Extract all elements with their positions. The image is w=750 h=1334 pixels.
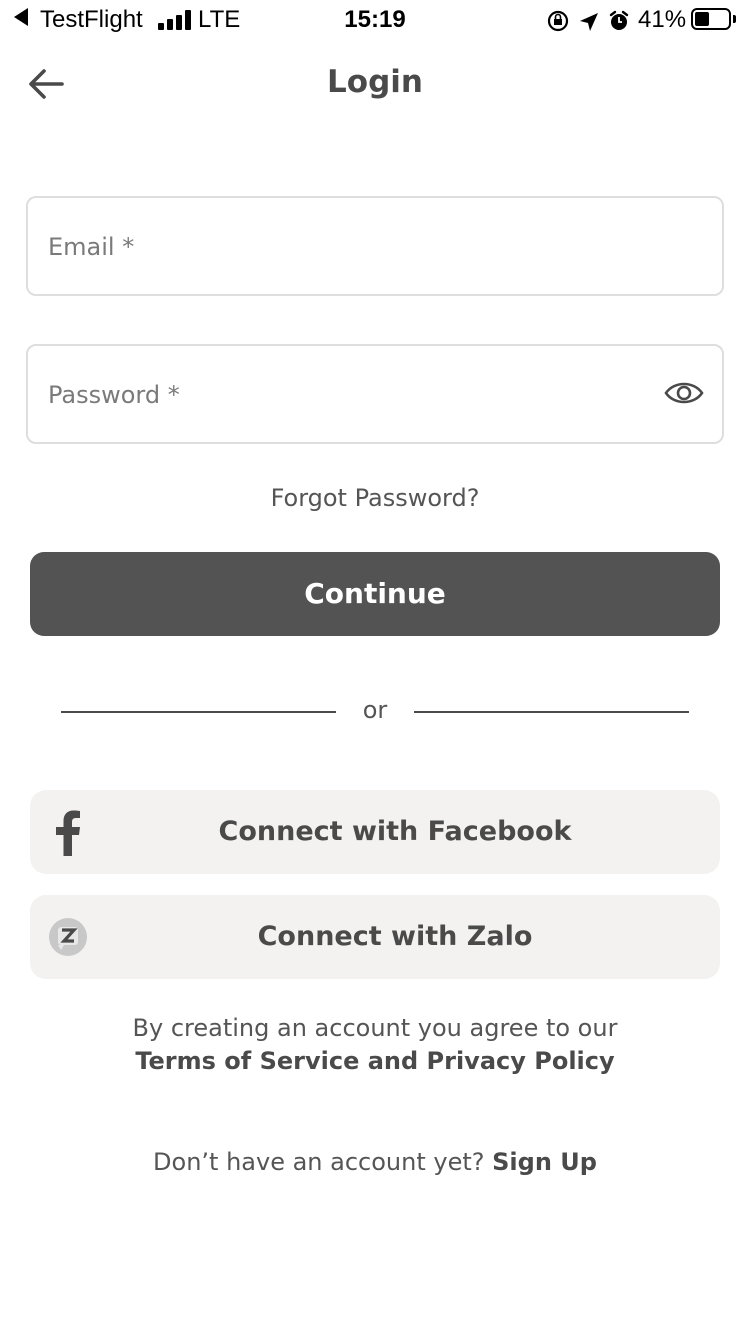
- rotation-lock-icon: [547, 10, 569, 32]
- signup-row: Don’t have an account yet? Sign Up: [0, 1148, 750, 1176]
- status-bar: TestFlight LTE 15:19 41%: [0, 0, 750, 42]
- location-icon: [580, 13, 598, 31]
- password-input[interactable]: [46, 346, 650, 444]
- show-password-eye-icon[interactable]: [664, 378, 704, 408]
- email-field[interactable]: [26, 196, 724, 296]
- battery-icon: [691, 8, 731, 30]
- page-title: Login: [327, 64, 423, 100]
- terms-text: By creating an account you agree to our: [132, 1014, 618, 1042]
- battery-percent: 41%: [638, 6, 687, 33]
- divider-right: [414, 711, 689, 713]
- connect-facebook-button[interactable]: Connect with Facebook: [30, 790, 720, 874]
- terms-privacy-link[interactable]: Terms of Service and Privacy Policy: [0, 1047, 750, 1075]
- forgot-password-link[interactable]: Forgot Password?: [0, 484, 750, 512]
- email-input[interactable]: [46, 198, 650, 296]
- status-icons: [546, 7, 636, 35]
- sign-up-link[interactable]: Sign Up: [492, 1148, 597, 1176]
- password-field[interactable]: [26, 344, 724, 444]
- continue-button[interactable]: Continue: [30, 552, 720, 636]
- signup-prompt: Don’t have an account yet?: [153, 1148, 485, 1176]
- or-separator: or: [362, 696, 388, 724]
- alarm-icon: [609, 10, 629, 30]
- zalo-button-label: Connect with Zalo: [257, 921, 533, 952]
- battery-tip: [733, 15, 736, 23]
- connect-zalo-button[interactable]: Connect with Zalo: [30, 895, 720, 979]
- facebook-button-label: Connect with Facebook: [218, 816, 572, 847]
